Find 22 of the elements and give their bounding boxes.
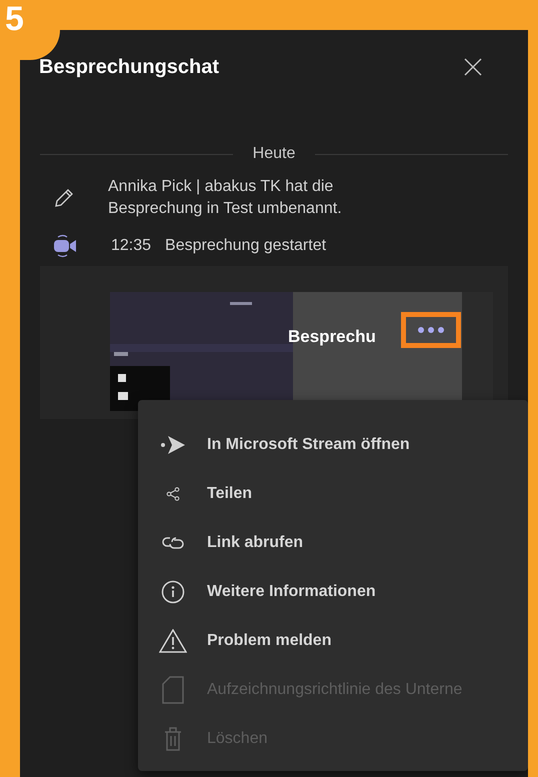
share-icon [166, 486, 180, 500]
pencil-icon [54, 188, 74, 208]
event-time: 12:35 [111, 236, 152, 256]
info-icon [160, 580, 184, 604]
date-divider: Heute [252, 144, 296, 164]
recording-title: Besprechu [288, 326, 376, 348]
rename-message: Annika Pick | abakus TK hat die Besprechung in Test umbenannt. [108, 177, 343, 219]
play-arrow-icon [160, 434, 186, 454]
menu-item[interactable]: Teilen [138, 469, 528, 518]
trash-icon [162, 726, 182, 752]
menu-item[interactable]: In Microsoft Stream öffnen [138, 420, 528, 469]
ellipsis-icon [418, 327, 444, 333]
video-camera-icon [53, 234, 77, 258]
menu-item[interactable]: Weitere Informationen [138, 567, 528, 616]
menu-item[interactable]: Problem melden [138, 616, 528, 665]
menu-item[interactable]: Link abrufen [138, 518, 528, 567]
close-icon[interactable] [464, 58, 482, 76]
warning-icon [158, 628, 186, 652]
event-text: Besprechung gestartet [165, 236, 326, 256]
recording-card[interactable]: Besprechu [110, 292, 493, 411]
document-icon [162, 676, 184, 704]
more-options-button[interactable] [401, 312, 461, 348]
